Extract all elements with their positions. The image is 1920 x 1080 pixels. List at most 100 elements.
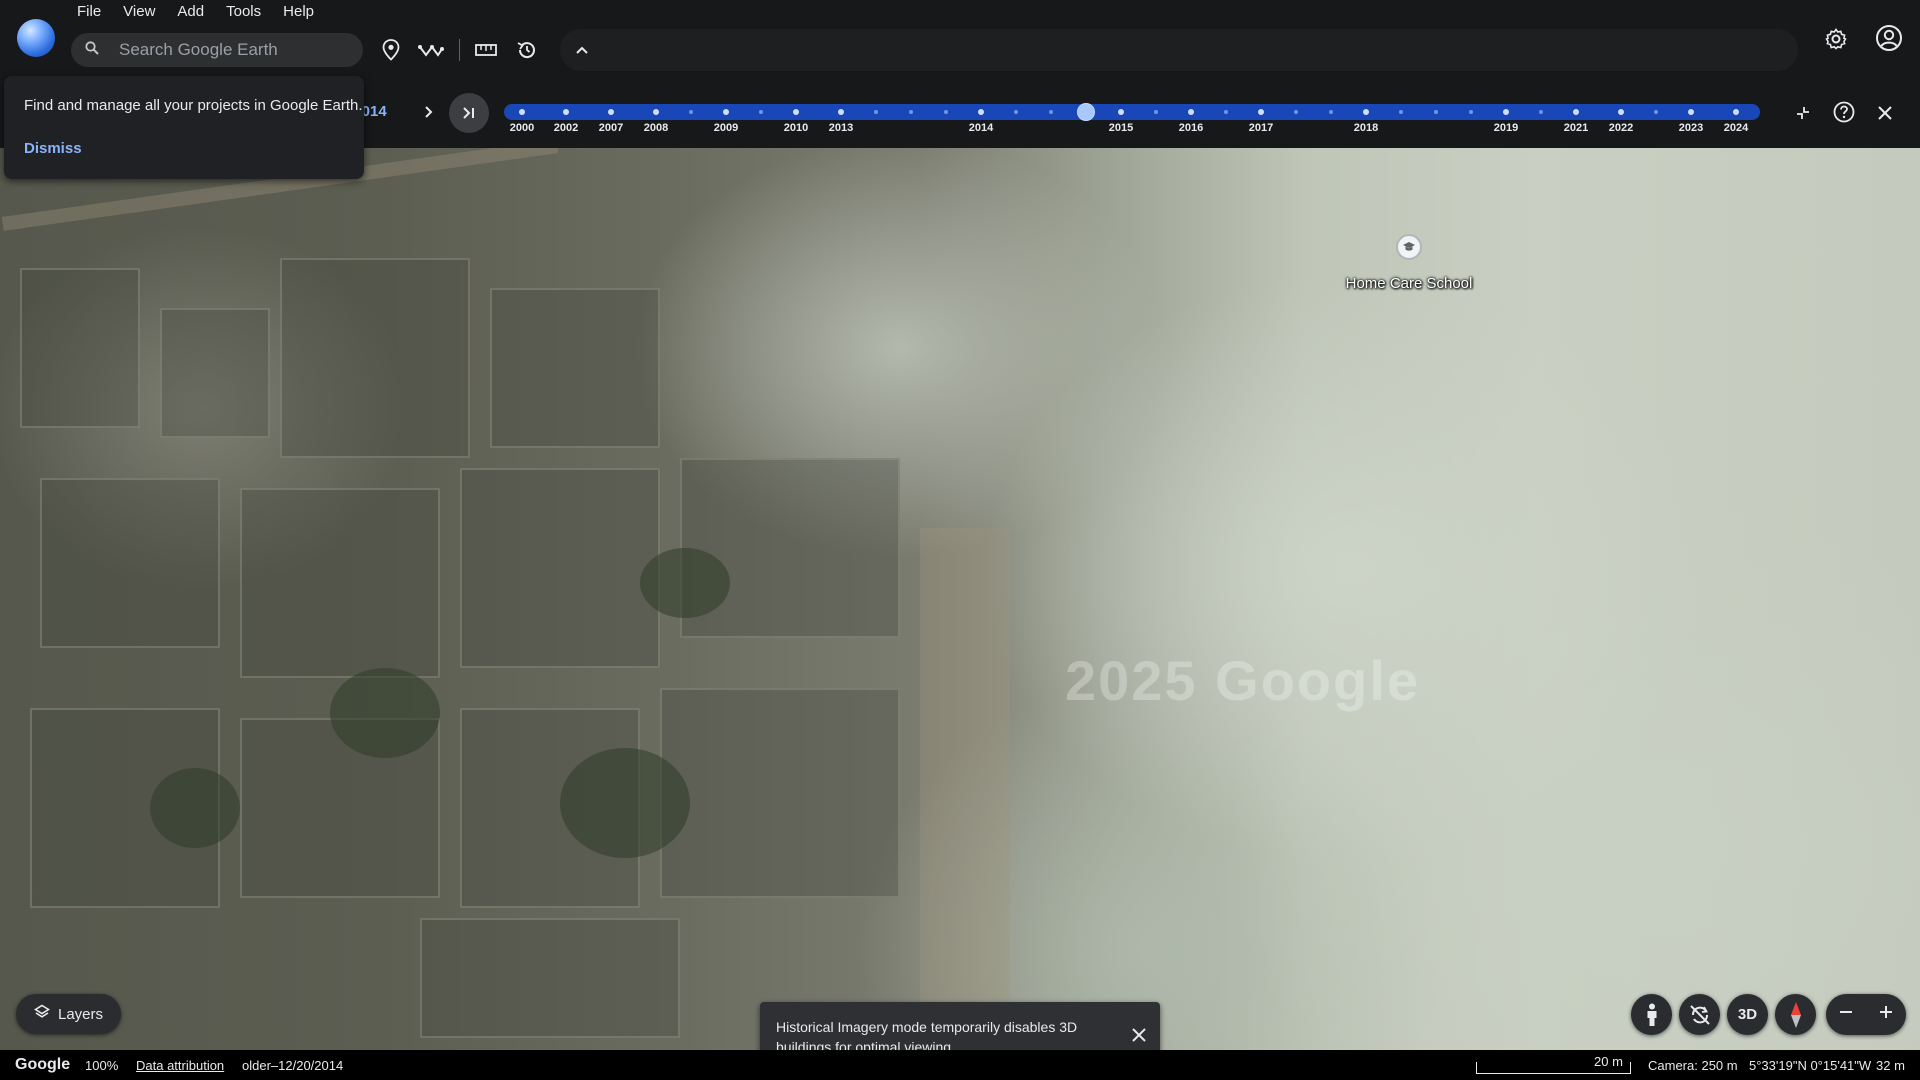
toggle-3d-button[interactable]: 3D [1727,994,1768,1035]
search-box[interactable] [71,33,363,67]
timeline-minor-tick[interactable] [1539,110,1543,114]
timeline-year-dot[interactable] [1573,109,1579,115]
timeline-year-dot[interactable] [1618,109,1624,115]
elevation: 32 m [1876,1058,1905,1073]
map-view[interactable]: 2025 Google [0,148,1920,1050]
zoom-level: 100% [85,1058,119,1073]
timeline-year-dot[interactable] [563,109,569,115]
zoom-out-icon[interactable] [1838,1004,1854,1025]
map-building [420,918,680,1038]
status-bar: Google 100% Data attribution older–12/20… [0,1050,1920,1080]
map-building [280,258,470,458]
timeline-year-label: 2017 [1248,122,1274,134]
timeline-year-label: 2000 [509,122,535,134]
timeline-year-dot[interactable] [1363,109,1369,115]
timeline-minor-tick[interactable] [1294,110,1298,114]
google-earth-logo-icon[interactable] [17,19,55,57]
timeline-minor-tick[interactable] [1469,110,1473,114]
reset-tilt-icon[interactable] [1679,994,1720,1035]
menu-bar: File View Add Tools Help [66,3,325,21]
historical-imagery-icon[interactable] [514,37,540,63]
map-building [660,688,900,898]
zoom-controls [1826,994,1906,1035]
menu-add[interactable]: Add [166,3,215,21]
timeline-year-dot[interactable] [1503,109,1509,115]
timeline-minor-tick[interactable] [874,110,878,114]
timeline-year-label: 2002 [553,122,579,134]
next-date-chevron-icon[interactable] [420,102,438,122]
menu-tools[interactable]: Tools [215,3,272,21]
add-placemark-icon[interactable] [378,37,404,63]
timeline-year-dot[interactable] [723,109,729,115]
compass-icon[interactable] [1775,994,1816,1035]
add-path-icon[interactable] [418,37,444,63]
settings-gear-icon[interactable] [1822,25,1850,53]
layers-icon [33,1004,51,1024]
map-building [490,288,660,448]
timeline-slider-thumb[interactable] [1077,103,1095,121]
data-attribution-link[interactable]: Data attribution [136,1058,224,1073]
map-tree [640,548,730,618]
map-tree [150,768,240,848]
timeline-year-label: 2009 [713,122,739,134]
timeline-minor-tick[interactable] [689,110,693,114]
school-place-icon[interactable] [1396,234,1422,260]
timeline-minor-tick[interactable] [1399,110,1403,114]
map-building [460,468,660,668]
cursor-coordinates: 5°33'19"N 0°15'41"W [1749,1058,1872,1073]
timeline-year-label: 2008 [643,122,669,134]
timeline-year-label: 2022 [1608,122,1634,134]
help-icon[interactable] [1832,100,1856,124]
timeline-year-dot[interactable] [1688,109,1694,115]
timeline-year-dot[interactable] [1118,109,1124,115]
scale-bar [1476,1062,1631,1074]
map-tree [560,748,690,858]
account-avatar-icon[interactable] [1873,22,1905,54]
menu-help[interactable]: Help [272,3,325,21]
timeline-minor-tick[interactable] [1434,110,1438,114]
collapse-chevron-icon[interactable] [569,37,595,63]
timeline-minor-tick[interactable] [909,110,913,114]
collapse-timeline-icon[interactable] [1792,102,1814,124]
timeline-year-label: 2016 [1178,122,1204,134]
menu-file[interactable]: File [66,3,112,21]
top-bar: File View Add Tools Help [0,0,1920,75]
map-building [160,308,270,438]
timeline-year-dot[interactable] [1188,109,1194,115]
timeline-minor-tick[interactable] [1154,110,1158,114]
map-building [240,488,440,678]
timeline-year-dot[interactable] [978,109,984,115]
timeline-year-label: 2007 [598,122,624,134]
timeline-year-dot[interactable] [838,109,844,115]
jump-to-latest-icon[interactable] [449,93,489,133]
timeline-minor-tick[interactable] [1049,110,1053,114]
timeline-minor-tick[interactable] [1654,110,1658,114]
timeline-year-dot[interactable] [1258,109,1264,115]
street-view-pegman-icon[interactable] [1631,994,1672,1035]
timeline-year-dot[interactable] [793,109,799,115]
timeline-minor-tick[interactable] [944,110,948,114]
map-road [920,528,1010,1048]
layers-button[interactable]: Layers [16,994,121,1034]
timeline-minor-tick[interactable] [759,110,763,114]
timeline-minor-tick[interactable] [1224,110,1228,114]
timeline-minor-tick[interactable] [1329,110,1333,114]
zoom-in-icon[interactable] [1878,1004,1894,1025]
map-building [40,478,220,648]
menu-view[interactable]: View [112,3,166,21]
measure-icon[interactable] [473,37,499,63]
place-label[interactable]: Home Care School [1346,275,1473,292]
search-input[interactable] [119,40,359,60]
close-timeline-icon[interactable] [1874,102,1896,124]
timeline-year-dot[interactable] [653,109,659,115]
close-toast-icon[interactable] [1130,1026,1148,1044]
timeline-year-label: 2018 [1353,122,1379,134]
dismiss-button[interactable]: Dismiss [24,140,82,157]
timeline-year-label: 2010 [783,122,809,134]
timeline-year-dot[interactable] [1733,109,1739,115]
timeline-year-dot[interactable] [519,109,525,115]
timeline-year-dot[interactable] [608,109,614,115]
layers-label: Layers [57,1005,104,1023]
timeline-minor-tick[interactable] [1014,110,1018,114]
google-wordmark: Google [15,1056,71,1073]
